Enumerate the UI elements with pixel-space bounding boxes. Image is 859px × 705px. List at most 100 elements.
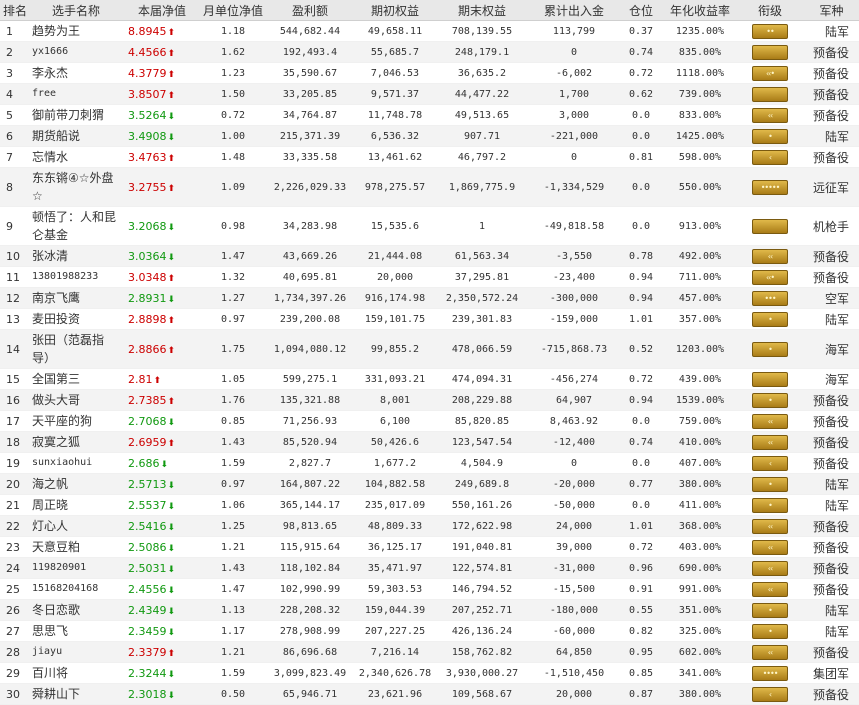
- arrow-down-icon: ⬇: [167, 111, 176, 122]
- player-name-link[interactable]: 冬日恋歌: [30, 599, 122, 621]
- header-nav[interactable]: 本届净值: [122, 0, 202, 21]
- player-name-link[interactable]: 张冰清: [30, 245, 122, 267]
- rank-badge-marks: •: [768, 344, 773, 354]
- nav-value: 3.4763: [128, 150, 167, 164]
- arrow-down-icon: ⬇: [167, 252, 176, 263]
- rank-badge-cell: ‹: [736, 452, 804, 474]
- player-name-link[interactable]: 119820901: [30, 557, 122, 579]
- player-name-link[interactable]: 期货船说: [30, 125, 122, 147]
- monthly-nav-value: 1.17: [202, 620, 264, 642]
- header-start-equity[interactable]: 期初权益: [356, 0, 434, 21]
- nav-cell: 2.8898⬆: [122, 308, 202, 330]
- header-cash-flow[interactable]: 累计出入金: [530, 0, 618, 21]
- start-equity-value: 978,275.57: [356, 167, 434, 207]
- end-equity-value: 1,869,775.9: [434, 167, 530, 207]
- player-name-link[interactable]: 13801988233: [30, 266, 122, 288]
- player-name-link[interactable]: jiayu: [30, 641, 122, 663]
- army-type: 预备役: [804, 146, 859, 168]
- rank-cell: 18: [0, 431, 30, 453]
- start-equity-value: 9,571.37: [356, 83, 434, 105]
- position-value: 0.0: [618, 104, 664, 126]
- player-name-link[interactable]: 南京飞鹰: [30, 287, 122, 309]
- player-name-link[interactable]: 东东锵④☆外盘☆: [30, 167, 122, 207]
- position-value: 0.0: [618, 494, 664, 516]
- header-end-equity[interactable]: 期末权益: [434, 0, 530, 21]
- cash-flow-value: 39,000: [530, 536, 618, 558]
- rank-badge-cell: ‹‹: [736, 641, 804, 663]
- end-equity-value: 4,504.9: [434, 452, 530, 474]
- profit-value: 65,946.71: [264, 683, 356, 705]
- player-name-link[interactable]: 做头大哥: [30, 389, 122, 411]
- player-name-link[interactable]: 海之帆: [30, 473, 122, 495]
- arrow-up-icon: ⬆: [153, 375, 162, 386]
- end-equity-value: 191,040.81: [434, 536, 530, 558]
- cash-flow-value: -31,000: [530, 557, 618, 579]
- rank-badge-cell: [736, 368, 804, 390]
- annual-return-value: 739.00%: [664, 83, 736, 105]
- rank-badge-marks: ‹‹: [767, 110, 773, 120]
- table-row: 29 百川将 2.3244⬇ 1.59 3,099,823.49 2,340,626.78…: [0, 662, 859, 684]
- profit-value: 192,493.4: [264, 41, 356, 63]
- cash-flow-value: 8,463.92: [530, 410, 618, 432]
- header-profit[interactable]: 盈利额: [264, 0, 356, 21]
- annual-return-value: 407.00%: [664, 452, 736, 474]
- monthly-nav-value: 1.47: [202, 578, 264, 600]
- player-name-link[interactable]: 御前带刀刺猬: [30, 104, 122, 126]
- header-army[interactable]: 军种: [804, 0, 859, 21]
- table-row: 15 全国第三 2.81⬆ 1.05 599,275.1 331,093.21 474,09…: [0, 368, 859, 390]
- player-name-link[interactable]: 李永杰: [30, 62, 122, 84]
- header-monthly-nav[interactable]: 月单位净值: [202, 0, 264, 21]
- player-name-link[interactable]: 天意豆粕: [30, 536, 122, 558]
- player-name-link[interactable]: 15168204168: [30, 578, 122, 600]
- player-name-link[interactable]: 舜耕山下: [30, 683, 122, 705]
- player-name-link[interactable]: 思思飞: [30, 620, 122, 642]
- end-equity-value: 85,820.85: [434, 410, 530, 432]
- table-row: 21 周正晓 2.5537⬇ 1.06 365,144.17 235,017.09 550,…: [0, 494, 859, 516]
- player-name-link[interactable]: 顿悟了：人和昆仑基金: [30, 206, 122, 246]
- start-equity-value: 235,017.09: [356, 494, 434, 516]
- position-value: 0.72: [618, 536, 664, 558]
- position-value: 0.0: [618, 125, 664, 147]
- army-type: 预备役: [804, 83, 859, 105]
- rank-badge-cell: •: [736, 329, 804, 369]
- header-position[interactable]: 仓位: [618, 0, 664, 21]
- position-value: 0.87: [618, 683, 664, 705]
- end-equity-value: 61,563.34: [434, 245, 530, 267]
- nav-value: 2.8898: [128, 312, 167, 326]
- position-value: 1.01: [618, 308, 664, 330]
- nav-cell: 2.81⬆: [122, 368, 202, 390]
- player-name-link[interactable]: 忘情水: [30, 146, 122, 168]
- player-name-link[interactable]: 灯心人: [30, 515, 122, 537]
- nav-value: 4.3779: [128, 66, 167, 80]
- rank-cell: 21: [0, 494, 30, 516]
- player-name-link[interactable]: 寂寞之狐: [30, 431, 122, 453]
- player-name-link[interactable]: free: [30, 83, 122, 105]
- rank-badge-marks: ‹‹: [767, 521, 773, 531]
- start-equity-value: 99,855.2: [356, 329, 434, 369]
- end-equity-value: 2,350,572.24: [434, 287, 530, 309]
- header-rank[interactable]: 排名: [0, 0, 30, 21]
- end-equity-value: 44,477.22: [434, 83, 530, 105]
- rank-badge-icon: ‹‹: [752, 581, 788, 597]
- army-type: 预备役: [804, 389, 859, 411]
- player-name-link[interactable]: sunxiaohui: [30, 452, 122, 474]
- rank-badge-marks: ‹‹: [767, 251, 773, 261]
- player-name-link[interactable]: 周正晓: [30, 494, 122, 516]
- annual-return-value: 1539.00%: [664, 389, 736, 411]
- player-name-link[interactable]: 全国第三: [30, 368, 122, 390]
- rank-badge-cell: ‹‹: [736, 578, 804, 600]
- nav-value: 3.0348: [128, 270, 167, 284]
- player-name-link[interactable]: yx1666: [30, 41, 122, 63]
- header-annual-return[interactable]: 年化收益率: [664, 0, 736, 21]
- profit-value: 365,144.17: [264, 494, 356, 516]
- header-name[interactable]: 选手名称: [30, 0, 122, 21]
- monthly-nav-value: 1.59: [202, 662, 264, 684]
- player-name-link[interactable]: 张田（范磊指导）: [30, 329, 122, 369]
- monthly-nav-value: 0.85: [202, 410, 264, 432]
- nav-cell: 2.6959⬆: [122, 431, 202, 453]
- header-rank-badge[interactable]: 衔级: [736, 0, 804, 21]
- player-name-link[interactable]: 天平座的狗: [30, 410, 122, 432]
- player-name-link[interactable]: 百川将: [30, 662, 122, 684]
- player-name-link[interactable]: 趋势为王: [30, 20, 122, 42]
- player-name-link[interactable]: 麦田投资: [30, 308, 122, 330]
